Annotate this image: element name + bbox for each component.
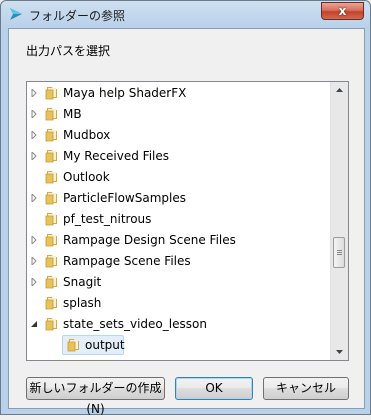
dialog-body: 出力パスを選択 Maya help ShaderFX MB Mudbox My Rec… — [8, 28, 365, 416]
tree-item-label: ParticleFlowSamples — [63, 191, 186, 205]
folder-icon — [45, 276, 57, 289]
title-bar[interactable]: フォルダーの参照 x — [1, 1, 370, 28]
tree-item-label: state_sets_video_lesson — [63, 317, 207, 331]
tree-item-label: Snagit — [63, 275, 102, 289]
collapsed-arrow-icon[interactable] — [30, 152, 38, 160]
folder-icon — [45, 150, 57, 163]
folder-icon — [45, 213, 57, 226]
tree-item-label: My Received Files — [63, 149, 170, 163]
folder-icon — [45, 171, 57, 184]
folder-tree[interactable]: Maya help ShaderFX MB Mudbox My Received Fi… — [26, 81, 349, 361]
instruction-text: 出力パスを選択 — [26, 44, 111, 58]
browse-folder-dialog: フォルダーの参照 x 出力パスを選択 Maya help ShaderFX MB M… — [0, 0, 371, 416]
tree-item[interactable]: ParticleFlowSamples — [27, 188, 332, 208]
collapsed-arrow-icon[interactable] — [30, 278, 38, 286]
scroll-down-icon[interactable] — [331, 343, 348, 360]
tree-item[interactable]: Maya help ShaderFX — [27, 83, 332, 103]
collapsed-arrow-icon[interactable] — [30, 236, 38, 244]
folder-icon — [45, 255, 57, 268]
close-icon: x — [338, 4, 347, 18]
expanded-arrow-icon[interactable] — [30, 320, 38, 328]
thumb-grip-line — [337, 252, 342, 253]
tree-item[interactable]: Rampage Design Scene Files — [27, 230, 332, 250]
folder-icon — [45, 318, 57, 331]
tree-item-label: MB — [63, 107, 82, 121]
tree-item[interactable]: state_sets_video_lesson — [27, 314, 332, 334]
tree-item-label: splash — [63, 296, 102, 310]
collapsed-arrow-icon[interactable] — [30, 89, 38, 97]
collapsed-arrow-icon[interactable] — [30, 257, 38, 265]
scrollbar-thumb[interactable] — [333, 237, 345, 268]
scroll-up-icon[interactable] — [331, 82, 348, 99]
folder-icon — [45, 108, 57, 121]
collapsed-arrow-icon[interactable] — [30, 131, 38, 139]
close-button[interactable]: x — [321, 2, 364, 20]
tree-item-label: output — [85, 338, 125, 352]
folder-icon — [45, 129, 57, 142]
window-title: フォルダーの参照 — [29, 9, 126, 23]
ok-button[interactable]: OK — [175, 377, 253, 400]
tree-item-label: Rampage Design Scene Files — [63, 233, 236, 247]
folder-icon — [45, 87, 57, 100]
tree-item[interactable]: Rampage Scene Files — [27, 251, 332, 271]
folder-icon — [45, 192, 57, 205]
tree-item[interactable]: splash — [27, 293, 332, 313]
folder-icon — [45, 297, 57, 310]
tree-item[interactable]: Mudbox — [27, 125, 332, 145]
collapsed-arrow-icon[interactable] — [30, 110, 38, 118]
vertical-scrollbar[interactable] — [330, 82, 348, 360]
tree-item[interactable]: My Received Files — [27, 146, 332, 166]
tree-item[interactable]: Outlook — [27, 167, 332, 187]
folder-icon — [45, 234, 57, 247]
tree-item-label: Rampage Scene Files — [63, 254, 191, 268]
tree-item[interactable]: pf_test_nitrous — [27, 209, 332, 229]
tree-item-selected[interactable]: output — [27, 335, 332, 355]
tree-item-label: Outlook — [63, 170, 110, 184]
folder-icon — [67, 339, 79, 352]
tree-item-label: Maya help ShaderFX — [63, 86, 187, 100]
thumb-grip-line — [337, 254, 342, 255]
tree-item-label: Mudbox — [63, 128, 111, 142]
new-folder-button[interactable]: 新しいフォルダーの作成(N) — [26, 377, 165, 416]
cancel-button[interactable]: キャンセル — [263, 377, 349, 400]
tree-item-label: pf_test_nitrous — [63, 212, 152, 226]
app-icon — [10, 8, 22, 20]
collapsed-arrow-icon[interactable] — [30, 194, 38, 202]
thumb-grip-line — [337, 250, 342, 251]
tree-item[interactable]: Snagit — [27, 272, 332, 292]
tree-item[interactable]: MB — [27, 104, 332, 124]
